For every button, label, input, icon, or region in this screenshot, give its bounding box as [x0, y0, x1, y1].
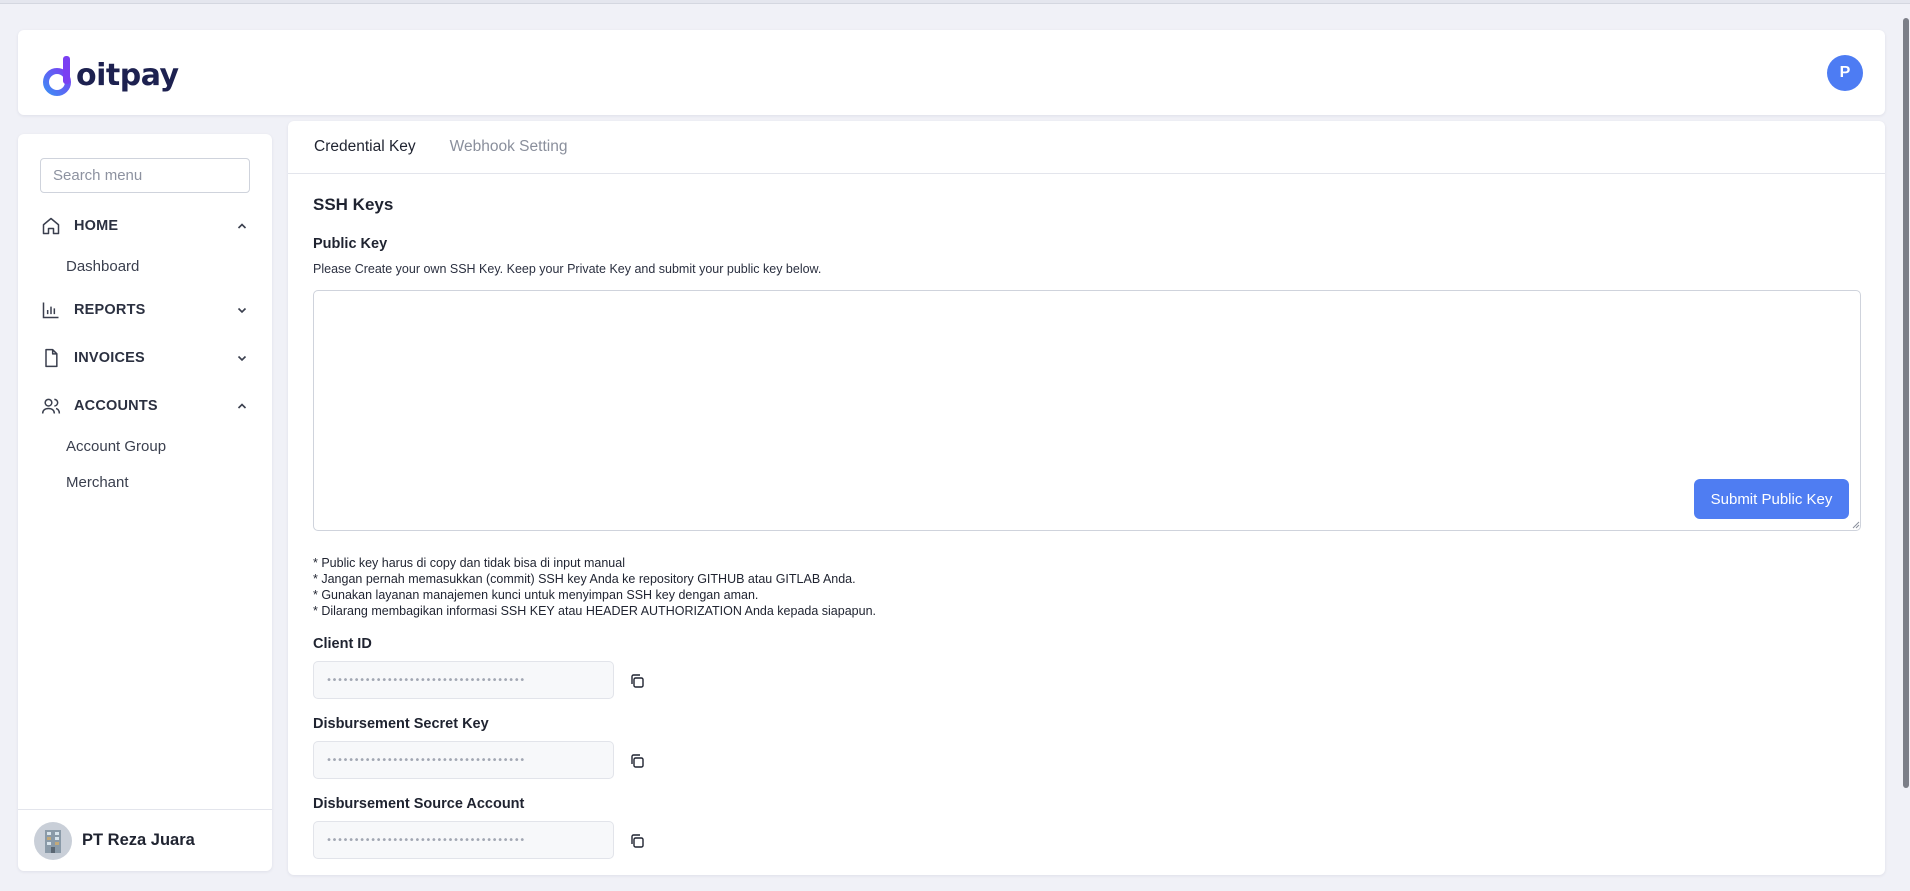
ssh-notes: * Public key harus di copy dan tidak bis… — [313, 555, 876, 619]
home-icon — [40, 215, 62, 237]
sidebar-group-accounts[interactable]: ACCOUNTS — [40, 391, 252, 421]
public-key-textarea[interactable] — [313, 290, 1861, 531]
logo-text: oitpay — [76, 58, 179, 93]
tab-bar: Credential Key Webhook Setting — [288, 121, 1885, 174]
main-panel: Credential Key Webhook Setting SSH Keys … — [288, 121, 1885, 875]
company-name: PT Reza Juara — [82, 831, 195, 849]
sidebar-group-label: HOME — [74, 218, 119, 234]
note-line: * Public key harus di copy dan tidak bis… — [313, 556, 625, 570]
sidebar-group-home[interactable]: HOME — [40, 211, 252, 241]
tab-credential-key[interactable]: Credential Key — [314, 138, 416, 156]
sidebar-group-label: ACCOUNTS — [74, 398, 158, 414]
users-icon — [40, 395, 62, 417]
disbursement-source-account-label: Disbursement Source Account — [313, 796, 525, 812]
public-key-help-text: Please Create your own SSH Key. Keep you… — [313, 262, 822, 276]
sidebar-item-merchant[interactable]: Merchant — [66, 474, 129, 491]
public-key-label: Public Key — [313, 236, 388, 252]
sidebar-item-account-group[interactable]: Account Group — [66, 438, 166, 455]
chevron-up-icon — [234, 398, 250, 414]
sidebar-group-label: INVOICES — [74, 350, 145, 366]
sidebar-group-label: REPORTS — [74, 302, 146, 318]
chevron-down-icon — [234, 302, 250, 318]
client-id-field[interactable]: •••••••••••••••••••••••••••••••••••• — [313, 661, 614, 699]
copy-icon — [631, 834, 644, 848]
copy-source-account-button[interactable] — [626, 830, 648, 852]
company-profile[interactable]: PT Reza Juara — [18, 809, 272, 871]
copy-icon — [631, 674, 644, 688]
chevron-up-icon — [234, 218, 250, 234]
copy-icon — [631, 754, 644, 768]
copy-client-id-button[interactable] — [626, 670, 648, 692]
doitpay-logo[interactable]: oitpay — [40, 48, 179, 98]
disbursement-source-account-field[interactable]: •••••••••••••••••••••••••••••••••••• — [313, 821, 614, 859]
building-icon — [45, 829, 61, 853]
client-id-label: Client ID — [313, 636, 372, 652]
tab-webhook-setting[interactable]: Webhook Setting — [450, 138, 568, 156]
chevron-down-icon — [234, 350, 250, 366]
page-scrollbar-thumb[interactable] — [1903, 18, 1909, 788]
note-line: * Jangan pernah memasukkan (commit) SSH … — [313, 572, 856, 586]
company-avatar — [34, 821, 72, 860]
submit-public-key-button[interactable]: Submit Public Key — [1694, 479, 1849, 519]
top-header: oitpay P — [18, 30, 1885, 115]
sidebar-group-reports[interactable]: REPORTS — [40, 295, 252, 325]
sidebar-group-invoices[interactable]: INVOICES — [40, 343, 252, 373]
note-line: * Gunakan layanan manajemen kunci untuk … — [313, 588, 759, 602]
user-avatar[interactable]: P — [1827, 55, 1863, 91]
sidebar-item-dashboard[interactable]: Dashboard — [66, 258, 139, 275]
note-line: * Dilarang membagikan informasi SSH KEY … — [313, 604, 876, 618]
bar-chart-icon — [40, 299, 62, 321]
disbursement-secret-key-field[interactable]: •••••••••••••••••••••••••••••••••••• — [313, 741, 614, 779]
disbursement-secret-key-label: Disbursement Secret Key — [313, 716, 489, 732]
browser-top-edge — [0, 0, 1910, 4]
search-menu-input[interactable] — [40, 158, 250, 193]
logo-mark-icon — [43, 56, 71, 96]
sidebar: HOME Dashboard REPORTS INVOICES ACCOUNTS — [18, 134, 272, 871]
section-title: SSH Keys — [313, 195, 394, 214]
copy-secret-key-button[interactable] — [626, 750, 648, 772]
document-icon — [40, 347, 62, 369]
resize-handle-icon[interactable] — [1851, 520, 1860, 529]
